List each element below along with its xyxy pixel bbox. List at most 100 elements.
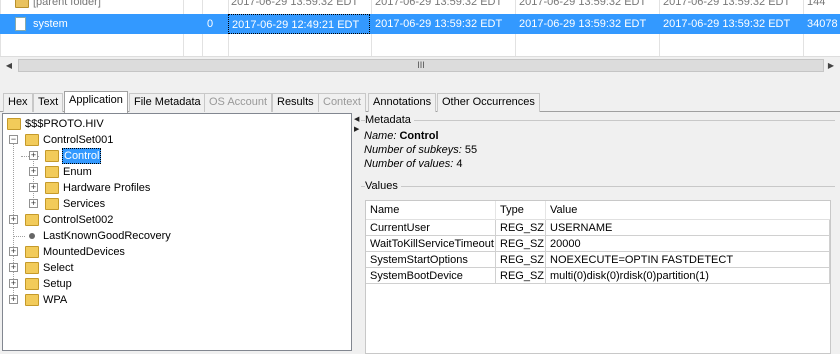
expand-icon[interactable]: +: [29, 199, 38, 208]
expand-icon[interactable]: +: [9, 247, 18, 256]
horizontal-scrollbar[interactable]: ◀ III ▶: [0, 56, 840, 73]
tab-context[interactable]: Context: [318, 93, 366, 112]
expand-icon[interactable]: +: [9, 279, 18, 288]
tab-other-occurrences[interactable]: Other Occurrences: [437, 93, 540, 112]
metadata-values-count-label: Number of values:: [364, 158, 454, 170]
values-table-header: Name Type Value: [366, 201, 830, 220]
tree-node-label: Enum: [63, 166, 92, 178]
tree-node-label: ControlSet001: [43, 134, 114, 146]
tab-label: Other Occurrences: [442, 96, 535, 108]
file-accessed: 2017-06-29 13:59:32 EDT: [519, 18, 647, 30]
collapse-icon[interactable]: −: [9, 135, 18, 144]
value-name: CurrentUser: [366, 220, 496, 236]
metadata-values-count-value: 4: [456, 158, 463, 170]
collapse-right-icon[interactable]: ▶: [354, 125, 359, 133]
value-type: REG_SZ: [496, 252, 546, 268]
tab-file-metadata[interactable]: File Metadata: [129, 93, 206, 112]
expand-icon[interactable]: +: [29, 183, 38, 192]
tab-results[interactable]: Results: [272, 93, 319, 112]
folder-icon: [15, 0, 29, 8]
tree-guide-line: [13, 236, 25, 237]
tab-text[interactable]: Text: [33, 93, 64, 112]
expand-icon[interactable]: +: [29, 167, 38, 176]
metadata-subkeys-value: 55: [464, 144, 478, 156]
tab-label: Application: [69, 94, 123, 106]
table-row-selected[interactable]: system 0 2017-06-29 12:49:21 EDT 2017-06…: [0, 14, 840, 34]
tab-label: Results: [277, 96, 314, 108]
tab-os-account[interactable]: OS Account: [204, 93, 273, 112]
value-name: SystemStartOptions: [366, 252, 496, 268]
tab-label: OS Account: [209, 96, 268, 108]
tab-label: Hex: [8, 96, 28, 108]
leaf-value-icon: [29, 233, 35, 239]
file-flag: 0: [207, 18, 214, 30]
pane-splitter[interactable]: [0, 74, 840, 90]
file-modified: 2017-06-29 13:59:32 EDT: [231, 0, 359, 8]
tree-node-label-selected: Control: [62, 148, 102, 164]
file-size: 34078: [807, 18, 838, 30]
file-icon: [15, 17, 26, 31]
tree-node-label: Services: [63, 198, 106, 210]
content-viewer-tabs: Hex Text Application File Metadata OS Ac…: [0, 91, 840, 113]
scroll-right-icon[interactable]: ▶: [824, 59, 838, 72]
folder-open-icon: [7, 118, 21, 130]
column-header-type[interactable]: Type: [496, 201, 546, 220]
tree-node-label: ControlSet002: [43, 214, 114, 226]
folder-icon: [25, 214, 39, 226]
metadata-name-label: Name:: [364, 130, 397, 142]
folder-icon: [45, 150, 59, 162]
file-name: system: [33, 18, 68, 30]
file-modified: 2017-06-29 12:49:21 EDT: [228, 14, 370, 34]
metadata-section-title: Metadata: [365, 113, 414, 127]
tree-node-label: Hardware Profiles: [63, 182, 151, 194]
vertical-splitter[interactable]: ◀ ▶: [354, 113, 360, 354]
metadata-divider: [361, 120, 835, 121]
value-data: USERNAME: [546, 220, 830, 236]
metadata-name-value: Control: [399, 130, 439, 142]
tree-node-label: LastKnownGoodRecovery: [43, 230, 171, 242]
expand-icon[interactable]: +: [9, 295, 18, 304]
metadata-subkeys-label: Number of subkeys:: [364, 144, 462, 156]
folder-open-icon: [25, 134, 39, 146]
metadata-values-count: Number of values: 4: [364, 158, 462, 171]
column-header-value[interactable]: Value: [546, 201, 830, 220]
folder-icon: [45, 198, 59, 210]
tab-hex[interactable]: Hex: [3, 93, 33, 112]
value-type: REG_SZ: [496, 268, 546, 284]
tree-node-label: Select: [43, 262, 74, 274]
scrollbar-grip: III: [417, 60, 425, 70]
expand-icon[interactable]: +: [29, 151, 38, 160]
values-divider: [361, 186, 835, 187]
metadata-subkeys: Number of subkeys: 55: [364, 144, 477, 157]
folder-icon: [25, 262, 39, 274]
registry-tree: $$$PROTO.HIV − ControlSet001 + Control +…: [2, 113, 352, 351]
tab-application[interactable]: Application: [64, 91, 128, 113]
tab-annotations[interactable]: Annotations: [368, 93, 437, 112]
value-data: multi(0)disk(0)rdisk(0)partition(1): [546, 268, 830, 284]
file-changed: 2017-06-29 13:59:32 EDT: [375, 18, 503, 30]
table-row[interactable]: [parent folder] 2017-06-29 13:59:32 EDT …: [0, 0, 840, 12]
folder-icon: [25, 246, 39, 258]
collapse-left-icon[interactable]: ◀: [354, 115, 359, 123]
values-section-title: Values: [365, 179, 401, 193]
column-header-name[interactable]: Name: [366, 201, 496, 220]
value-name: SystemBootDevice: [366, 268, 496, 284]
file-accessed: 2017-06-29 13:59:32 EDT: [519, 0, 647, 8]
tree-node-label: MountedDevices: [43, 246, 125, 258]
scrollbar-thumb[interactable]: III: [18, 59, 824, 72]
value-type: REG_SZ: [496, 236, 546, 252]
tab-label: Text: [38, 96, 59, 108]
file-size: 144: [807, 0, 826, 8]
registry-details-panel: Metadata Name: Control Number of subkeys…: [361, 113, 838, 354]
expand-icon[interactable]: +: [9, 215, 18, 224]
file-table: [parent folder] 2017-06-29 13:59:32 EDT …: [0, 0, 840, 56]
file-flag: [204, 0, 228, 12]
file-name: [parent folder]: [33, 0, 101, 8]
value-type: REG_SZ: [496, 220, 546, 236]
values-table: Name Type Value CurrentUser REG_SZ USERN…: [365, 200, 831, 354]
value-data: 20000: [546, 236, 830, 252]
folder-icon: [45, 166, 59, 178]
scroll-left-icon[interactable]: ◀: [2, 59, 16, 72]
expand-icon[interactable]: +: [9, 263, 18, 272]
tree-node-label: Setup: [43, 278, 72, 290]
